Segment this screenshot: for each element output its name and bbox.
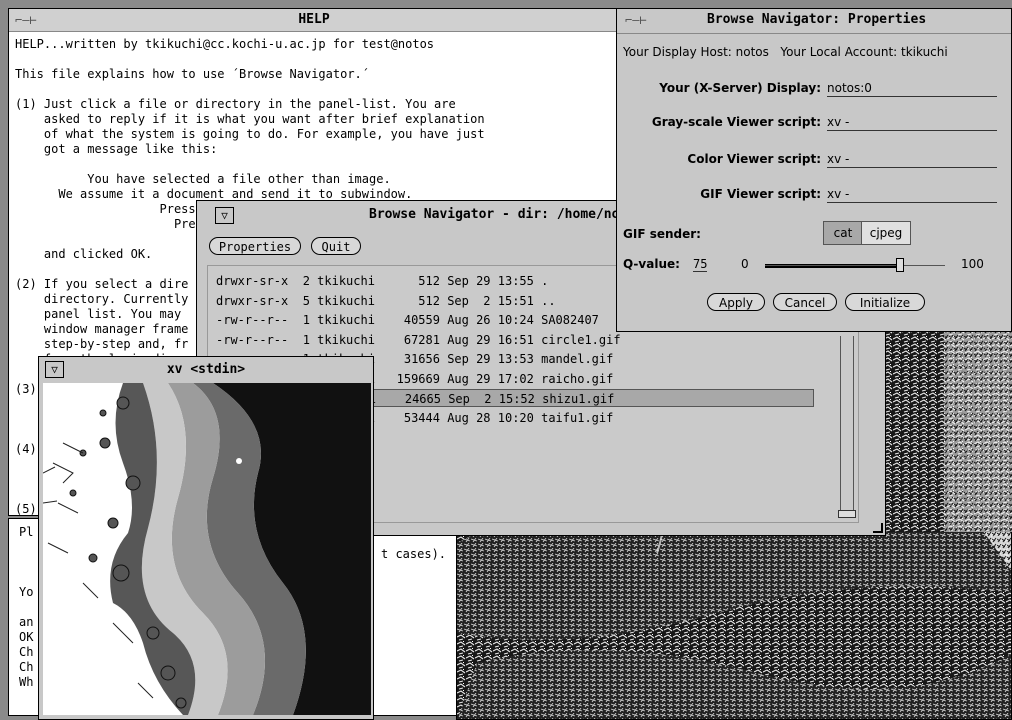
xv-title: xv <stdin> [166, 362, 246, 377]
gif-sender-label: GIF sender: [623, 227, 701, 241]
help-line: panel list. You may [15, 307, 182, 321]
help-subwindow-line: Pl [19, 525, 34, 539]
gif-viewer-value: xv - [827, 187, 850, 201]
xv-titlebar[interactable]: ▽ xv <stdin> [39, 357, 373, 381]
q-slider-track [765, 265, 945, 266]
gray-viewer-label: Gray-scale Viewer script: [651, 115, 821, 129]
help-subwindow-line: OK [19, 630, 34, 644]
gif-viewer-label: GIF Viewer script: [700, 187, 821, 201]
scrollbar-thumb[interactable] [838, 510, 856, 518]
properties-button[interactable]: Properties [209, 237, 301, 255]
help-line: (1) Just click a file or directory in th… [15, 97, 456, 111]
display-label: Your (X-Server) Display: [659, 81, 821, 95]
properties-title: Browse Navigator: Properties [707, 12, 927, 27]
help-line: directory. Currently [15, 292, 189, 306]
satellite-image-strip [884, 322, 1012, 532]
help-subwindow-fragment: t cases). [381, 547, 447, 561]
gif-sender-option-cat[interactable]: cat [823, 221, 863, 245]
gray-viewer-field[interactable]: xv - [827, 115, 997, 131]
apply-button[interactable]: Apply [707, 293, 765, 311]
help-subwindow-line: Ch [19, 645, 34, 659]
q-min-label: 0 [741, 257, 749, 271]
help-line: Press [15, 217, 211, 231]
help-line: Press OK [15, 202, 218, 216]
pushpin-icon[interactable]: ⌐–⊢ [625, 13, 647, 27]
display-field[interactable]: notos:0 [827, 81, 997, 97]
help-line: (4) [15, 442, 37, 456]
help-line: (2) If you select a dire [15, 277, 189, 291]
xv-window: ▽ xv <stdin> [38, 356, 374, 720]
initialize-button[interactable]: Initialize [845, 293, 925, 311]
file-list-item[interactable]: -rw-r--r-- 1 tkikuchi 67281 Aug 29 16:51… [216, 331, 814, 349]
host-info: Your Display Host: notos Your Local Acco… [623, 45, 948, 59]
help-line: got a message like this: [15, 142, 218, 156]
help-line: window manager frame [15, 322, 189, 336]
gif-viewer-field[interactable]: xv - [827, 187, 997, 203]
help-subwindow-line: Yo [19, 585, 34, 599]
help-line: This file explains how to use ´Browse Na… [15, 67, 370, 81]
help-subwindow-line: Ch [19, 660, 34, 674]
properties-window: ⌐–⊢ Browse Navigator: Properties Your Di… [616, 8, 1012, 332]
help-line: and clicked OK. [15, 247, 153, 261]
q-value-label: Q-value: [623, 257, 680, 271]
help-line: We assume it a document and send it to s… [15, 187, 413, 201]
help-line: HELP...written by tkikuchi@cc.kochi-u.ac… [15, 37, 435, 51]
q-slider[interactable] [765, 258, 945, 272]
q-slider-knob[interactable] [896, 258, 904, 272]
color-viewer-field[interactable]: xv - [827, 152, 997, 168]
help-line: step-by-step and, fr [15, 337, 189, 351]
mandelbrot-image[interactable] [43, 383, 371, 715]
help-subwindow-line: an [19, 615, 34, 629]
color-viewer-value: xv - [827, 152, 850, 166]
file-list-scrollbar[interactable] [840, 336, 854, 518]
q-value-number: 75 [693, 257, 708, 272]
display-value: notos:0 [827, 81, 872, 95]
cancel-button[interactable]: Cancel [773, 293, 837, 311]
help-line: You have selected a file other than imag… [15, 172, 391, 186]
resize-corner[interactable] [873, 523, 883, 533]
help-line: (5) [15, 502, 37, 516]
quit-button[interactable]: Quit [311, 237, 361, 255]
help-titlebar[interactable]: ⌐–⊢ HELP [9, 9, 619, 32]
help-title: HELP [298, 12, 330, 27]
satellite-image-strip-graphic [884, 322, 1012, 532]
help-line: (3) [15, 382, 37, 396]
properties-titlebar[interactable]: ⌐–⊢ Browse Navigator: Properties [617, 9, 1011, 34]
gif-sender-option-cjpeg[interactable]: cjpeg [861, 221, 911, 245]
color-viewer-label: Color Viewer script: [687, 152, 821, 166]
help-line: of what the system is going to do. For e… [15, 127, 485, 141]
q-max-label: 100 [961, 257, 984, 271]
gray-viewer-value: xv - [827, 115, 850, 129]
window-menu-icon[interactable]: ▽ [215, 207, 234, 224]
help-line: asked to reply if it is what you want af… [15, 112, 485, 126]
help-subwindow-line: Wh [19, 675, 34, 689]
